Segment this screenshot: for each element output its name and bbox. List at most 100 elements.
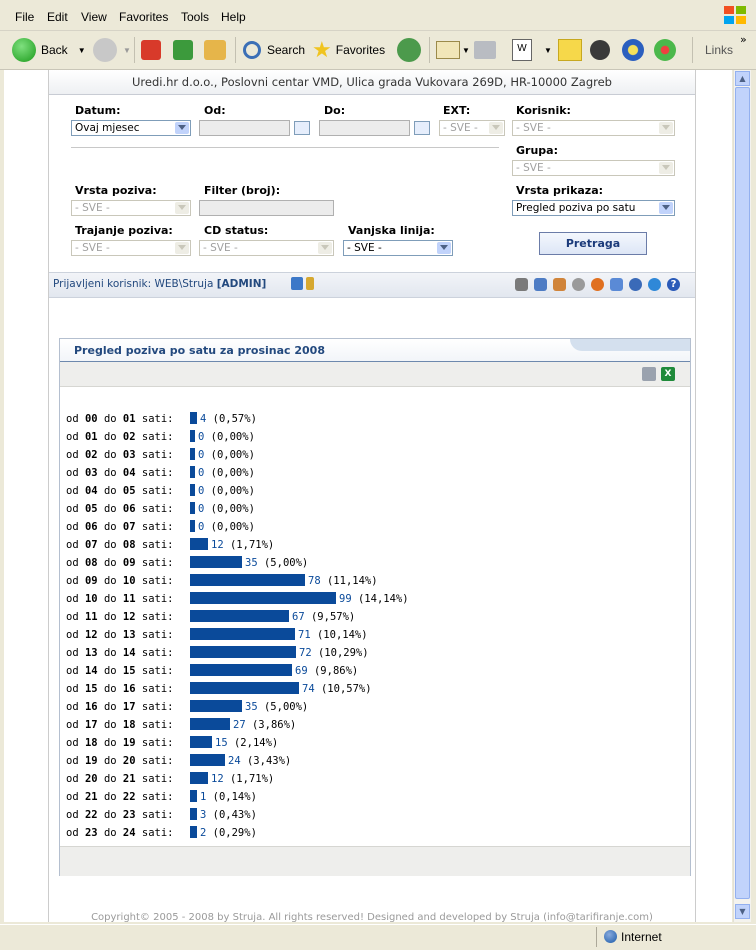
stop-button[interactable] bbox=[141, 36, 161, 64]
trajanje-select[interactable]: - SVE - bbox=[71, 240, 191, 256]
key-icon[interactable] bbox=[306, 277, 314, 290]
gear-icon[interactable] bbox=[572, 278, 585, 291]
chevron-right-icon[interactable]: » bbox=[740, 33, 747, 46]
print-button[interactable] bbox=[474, 36, 496, 64]
forward-button[interactable]: ▼ bbox=[93, 36, 131, 64]
grupa-select[interactable]: - SVE - bbox=[512, 160, 675, 176]
menu-favorites[interactable]: Favorites bbox=[119, 10, 168, 24]
hour-label: od 17 do 18 sati: bbox=[66, 719, 174, 731]
hour-value: 35 (5,00%) bbox=[245, 701, 309, 713]
menu-file[interactable]: File bbox=[15, 10, 34, 24]
hour-bar bbox=[190, 538, 208, 550]
scroll-thumb[interactable] bbox=[735, 87, 750, 899]
search-icon[interactable] bbox=[515, 278, 528, 291]
hour-bar bbox=[190, 826, 197, 838]
icq-button[interactable] bbox=[654, 36, 676, 64]
hour-bar bbox=[190, 700, 242, 712]
clock-icon[interactable] bbox=[591, 278, 604, 291]
ext-select[interactable]: - SVE - bbox=[439, 120, 505, 136]
korisnik-select[interactable]: - SVE - bbox=[512, 120, 675, 136]
filter-broj-input[interactable] bbox=[199, 200, 334, 216]
help-icon[interactable]: ? bbox=[667, 278, 680, 291]
calendar-icon[interactable] bbox=[294, 121, 310, 135]
excel-icon[interactable]: X bbox=[661, 367, 675, 381]
hour-value: 99 (14,14%) bbox=[339, 593, 409, 605]
do-date-input[interactable] bbox=[319, 120, 410, 136]
divider bbox=[71, 147, 499, 148]
scroll-down-icon[interactable]: ▼ bbox=[735, 904, 750, 919]
book-icon[interactable] bbox=[534, 278, 547, 291]
back-dropdown-icon[interactable]: ▼ bbox=[78, 46, 86, 55]
hour-value: 1 (0,14%) bbox=[200, 791, 257, 803]
vertical-scrollbar[interactable]: ▲ ▼ bbox=[733, 70, 751, 922]
mail-icon bbox=[436, 41, 460, 59]
vrsta-poziva-label: Vrsta poziva: bbox=[75, 184, 157, 197]
note-icon bbox=[558, 39, 582, 61]
panel-header: Pregled poziva po satu za prosinac 2008 bbox=[60, 339, 690, 362]
hour-label: od 14 do 15 sati: bbox=[66, 665, 174, 677]
toolbar-addon-1[interactable] bbox=[590, 36, 610, 64]
menu-help[interactable]: Help bbox=[221, 10, 246, 24]
history-button[interactable] bbox=[397, 36, 421, 64]
hour-row: od 23 do 24 sati: 2 (0,29%) bbox=[66, 825, 676, 843]
discuss-button[interactable] bbox=[558, 36, 582, 64]
datum-select[interactable]: Ovaj mjesec bbox=[71, 120, 191, 136]
printer-icon bbox=[474, 41, 496, 59]
calendar-icon[interactable] bbox=[414, 121, 430, 135]
vrsta-prikaza-label: Vrsta prikaza: bbox=[516, 184, 604, 197]
hour-label: od 08 do 09 sati: bbox=[66, 557, 174, 569]
refresh-button[interactable] bbox=[173, 36, 193, 64]
hour-row: od 04 do 05 sati: 0 (0,00%) bbox=[66, 483, 676, 501]
mail-button[interactable]: ▼ bbox=[436, 36, 470, 64]
hour-value: 15 (2,14%) bbox=[215, 737, 279, 749]
menu-tools[interactable]: Tools bbox=[181, 10, 209, 24]
favorites-button[interactable]: ★ Favorites bbox=[312, 36, 385, 64]
hour-value: 74 (10,57%) bbox=[302, 683, 372, 695]
stop-icon bbox=[141, 40, 161, 60]
links-button[interactable]: Links bbox=[705, 36, 733, 64]
vrsta-poziva-select[interactable]: - SVE - bbox=[71, 200, 191, 216]
dropdown-arrow-icon bbox=[175, 122, 189, 134]
hour-row: od 02 do 03 sati: 0 (0,00%) bbox=[66, 447, 676, 465]
vanjska-linija-select[interactable]: - SVE - bbox=[343, 240, 453, 256]
hour-bar bbox=[190, 808, 197, 820]
scroll-up-icon[interactable]: ▲ bbox=[735, 71, 750, 86]
home-button[interactable] bbox=[204, 36, 226, 64]
back-arrow-icon bbox=[12, 38, 36, 62]
hour-label: od 02 do 03 sati: bbox=[66, 449, 174, 461]
print-icon[interactable] bbox=[642, 367, 656, 381]
toolbar-addon-2[interactable] bbox=[622, 36, 644, 64]
switch-user-icon[interactable] bbox=[291, 277, 303, 290]
od-date-input[interactable] bbox=[199, 120, 290, 136]
hour-label: od 10 do 11 sati: bbox=[66, 593, 174, 605]
hour-value: 4 (0,57%) bbox=[200, 413, 257, 425]
hour-value: 12 (1,71%) bbox=[211, 773, 275, 785]
logged-user-text: Prijavljeni korisnik: WEB\Struja [ADMIN] bbox=[53, 278, 267, 290]
filter-broj-label: Filter (broj): bbox=[204, 184, 281, 197]
forward-dropdown-icon[interactable]: ▼ bbox=[123, 46, 131, 55]
hour-label: od 22 do 23 sati: bbox=[66, 809, 174, 821]
menu-edit[interactable]: Edit bbox=[47, 10, 68, 24]
hour-value: 0 (0,00%) bbox=[198, 521, 255, 533]
menu-view[interactable]: View bbox=[81, 10, 107, 24]
hour-value: 78 (11,14%) bbox=[308, 575, 378, 587]
star-icon: ★ bbox=[312, 37, 332, 62]
target-icon bbox=[622, 39, 644, 61]
vrsta-prikaza-select[interactable]: Pregled poziva po satu bbox=[512, 200, 675, 216]
dropdown-arrow-icon bbox=[175, 202, 189, 214]
hour-bar bbox=[190, 466, 195, 478]
back-button[interactable]: Back ▼ bbox=[12, 36, 86, 64]
hour-label: od 03 do 04 sati: bbox=[66, 467, 174, 479]
pretraga-button[interactable]: Pretraga bbox=[539, 232, 647, 255]
hour-label: od 20 do 21 sati: bbox=[66, 773, 174, 785]
search-button[interactable]: Search bbox=[243, 36, 305, 64]
hour-bar bbox=[190, 736, 212, 748]
hour-value: 27 (3,86%) bbox=[233, 719, 297, 731]
cd-status-select[interactable]: - SVE - bbox=[199, 240, 334, 256]
copy-icon[interactable] bbox=[610, 278, 623, 291]
globe-icon[interactable] bbox=[648, 278, 661, 291]
edit-button[interactable]: W ▼ bbox=[512, 36, 552, 64]
users-icon[interactable] bbox=[553, 278, 566, 291]
search-icon bbox=[243, 41, 261, 59]
database-icon[interactable] bbox=[629, 278, 642, 291]
